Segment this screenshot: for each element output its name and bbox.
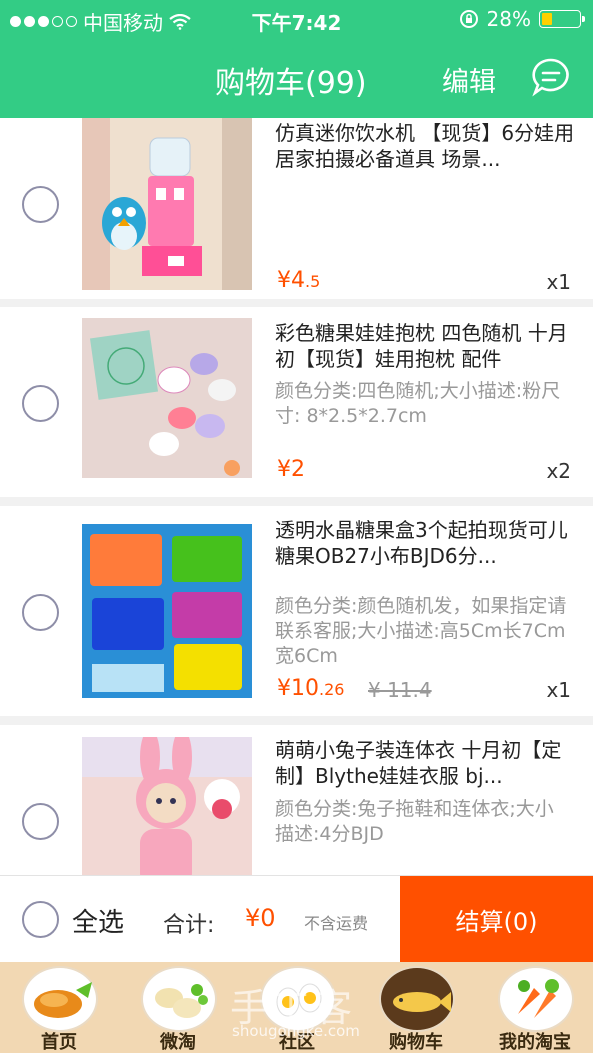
total-label: 合计: <box>163 913 215 938</box>
product-image-candy-box[interactable] <box>82 524 252 698</box>
message-button[interactable] <box>530 56 572 102</box>
product-image-water-dispenser[interactable] <box>82 118 252 290</box>
select-all-checkbox[interactable] <box>22 901 59 938</box>
tab-my-taobao[interactable]: 我的淘宝 <box>476 962 593 1053</box>
product-price: ¥2 <box>277 457 305 482</box>
select-all-label[interactable]: 全选 <box>72 902 124 939</box>
product-title[interactable]: 萌萌小兔子装连体衣 十月初【定制】Blythe娃娃衣服 bj... <box>275 737 575 789</box>
status-bar: 中国移动 下午7:42 28% <box>0 0 593 40</box>
shipping-note: 不含运费 <box>304 914 369 933</box>
product-quantity: x1 <box>546 270 571 294</box>
chat-bubble-icon <box>532 58 569 97</box>
product-sku: 颜色分类:颜色随机发，如果指定请联系客服;大小描述:高5Cm长7Cm宽6Cm <box>275 595 567 667</box>
item-checkbox[interactable] <box>22 385 59 422</box>
rotation-lock-icon <box>459 10 478 28</box>
item-checkbox[interactable] <box>22 803 59 840</box>
cart-item[interactable]: 萌萌小兔子装连体衣 十月初【定制】Blythe娃娃衣服 bj... 颜色分类:兔… <box>0 725 593 875</box>
vegetables-icon <box>498 966 574 1032</box>
product-title[interactable]: 仿真迷你饮水机 【现货】6分娃用居家拍摄必备道具 场景... <box>275 120 575 172</box>
checkout-button[interactable]: 结算(0) <box>400 876 593 963</box>
product-image-bunny-suit[interactable] <box>82 737 252 875</box>
cart-item[interactable]: 仿真迷你饮水机 【现货】6分娃用居家拍摄必备道具 场景... ¥4.5 x1 <box>0 118 593 299</box>
product-quantity: x2 <box>546 459 571 483</box>
watermark-url: shougongke.com <box>232 1022 360 1040</box>
product-price: ¥10.26 <box>277 676 345 701</box>
product-title[interactable]: 透明水晶糖果盒3个起拍现货可儿糖果OB27小布BJD6分... <box>275 517 575 569</box>
product-quantity: x1 <box>546 678 571 702</box>
dumplings-icon <box>141 966 217 1032</box>
battery-icon <box>539 10 585 28</box>
product-price: ¥4.5 <box>277 268 321 293</box>
tab-home[interactable]: 首页 <box>0 962 118 1053</box>
checkout-bar: 全选 合计: ¥0 不含运费 结算(0) <box>0 875 593 963</box>
product-sku: 颜色分类:兔子拖鞋和连体衣;大小描述:4分BJD <box>275 798 554 845</box>
item-checkbox[interactable] <box>22 594 59 631</box>
item-checkbox[interactable] <box>22 186 59 223</box>
product-title[interactable]: 彩色糖果娃娃抱枕 四色随机 十月初【现货】娃用抱枕 配件 <box>275 320 575 372</box>
tab-cart[interactable]: 购物车 <box>357 962 475 1053</box>
product-image-candy-pillow[interactable] <box>82 318 252 478</box>
total-value: ¥0 <box>245 904 276 932</box>
fish-icon <box>379 966 455 1032</box>
cart-list[interactable]: 仿真迷你饮水机 【现货】6分娃用居家拍摄必备道具 场景... ¥4.5 x1 彩… <box>0 118 593 875</box>
battery-percent: 28% <box>486 7 531 31</box>
roast-chicken-icon <box>22 966 98 1032</box>
original-price: ¥ 11.4 <box>368 678 432 702</box>
edit-button[interactable]: 编辑 <box>442 60 496 99</box>
tab-weitao[interactable]: 微淘 <box>119 962 237 1053</box>
page-title: 购物车(99) <box>215 66 367 101</box>
cart-item[interactable]: 彩色糖果娃娃抱枕 四色随机 十月初【现货】娃用抱枕 配件 颜色分类:四色随机;大… <box>0 307 593 497</box>
nav-bar: 购物车(99) 编辑 <box>0 40 593 118</box>
cart-item[interactable]: 透明水晶糖果盒3个起拍现货可儿糖果OB27小布BJD6分... 颜色分类:颜色随… <box>0 506 593 716</box>
product-sku: 颜色分类:四色随机;大小描述:粉尺寸: 8*2.5*2.7cm <box>275 380 561 427</box>
